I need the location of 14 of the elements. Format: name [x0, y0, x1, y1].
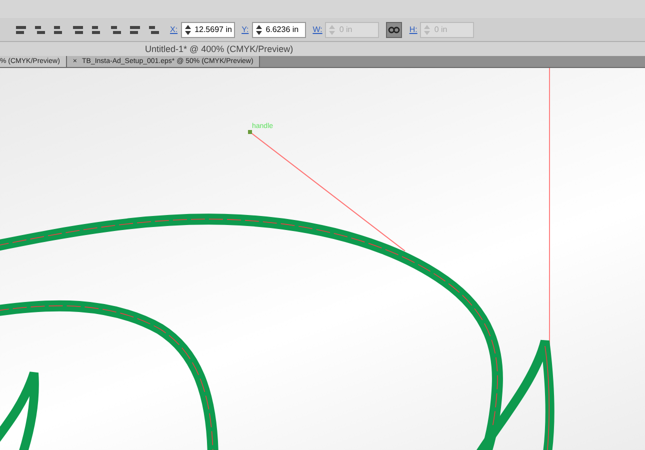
field-label: H: — [409, 25, 418, 34]
align-middle-icon[interactable] — [109, 24, 123, 36]
document-title: Untitled-1* @ 400% (CMYK/Preview) — [0, 42, 645, 56]
align-bottom-icon[interactable] — [128, 24, 142, 36]
align-left-icon[interactable] — [33, 24, 47, 36]
link-icon[interactable] — [386, 22, 402, 38]
stepper-icon[interactable] — [254, 24, 263, 36]
field-label: Y: — [242, 25, 249, 34]
coordinate-field[interactable]: 6.6236 in — [252, 22, 306, 38]
field-label: W: — [312, 25, 322, 34]
field-label: X: — [170, 25, 178, 34]
align-right-icon[interactable] — [71, 24, 85, 36]
coordinate-field[interactable]: 12.5697 in — [180, 22, 235, 38]
stepper-icon[interactable] — [184, 24, 192, 36]
